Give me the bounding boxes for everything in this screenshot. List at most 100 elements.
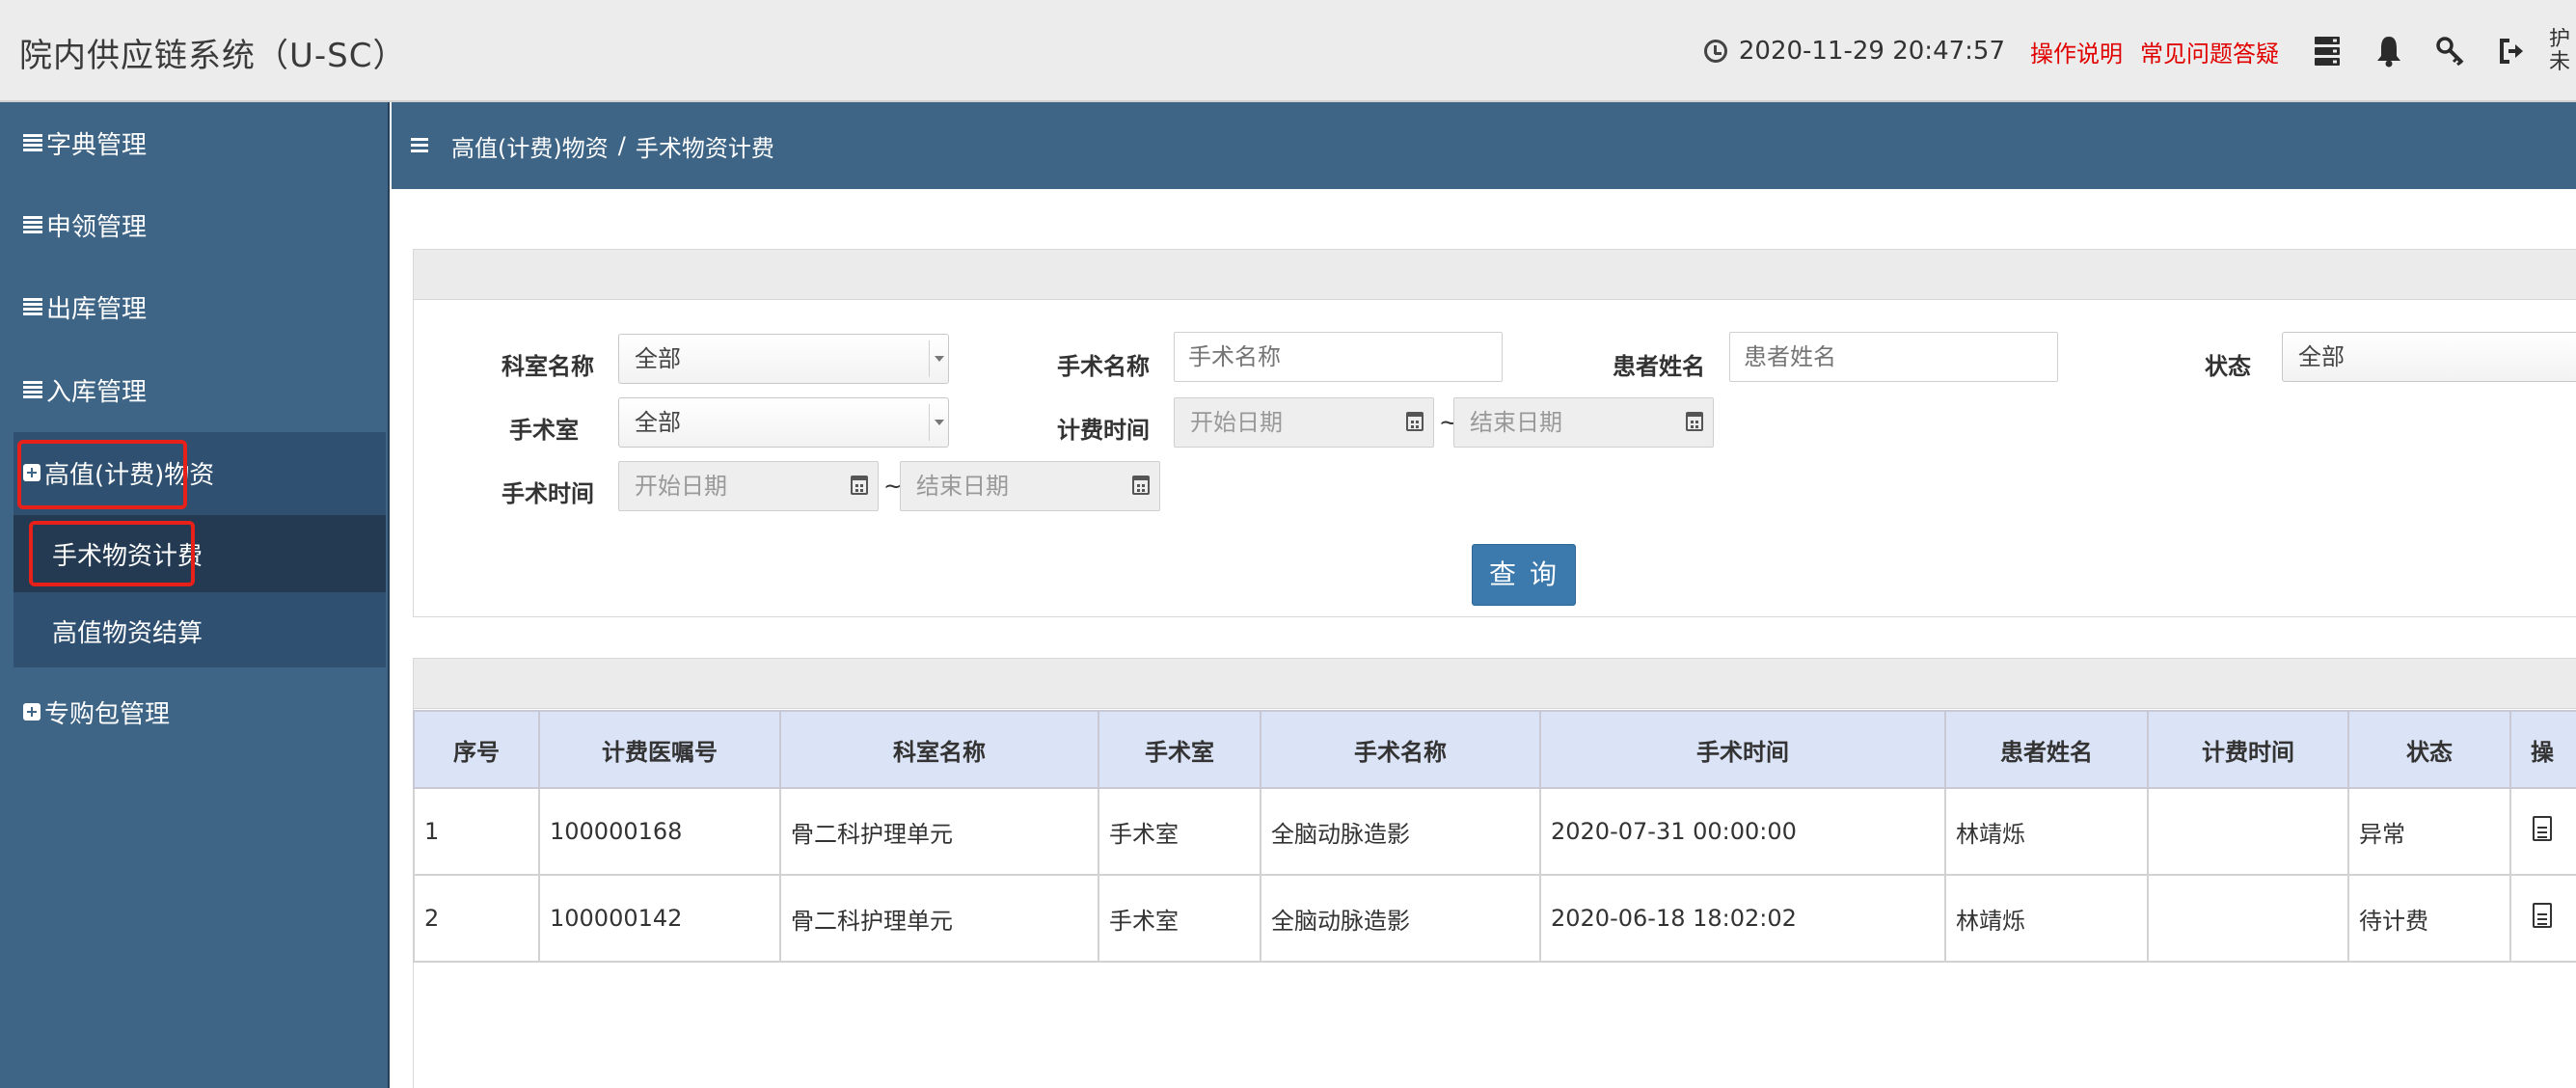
sidebar-item-label: 出库管理 bbox=[46, 294, 148, 324]
surgery-start-date[interactable]: 开始日期 bbox=[618, 461, 879, 511]
cell-patient: 林靖烁 bbox=[1944, 874, 2149, 963]
cell-action bbox=[2509, 874, 2576, 963]
cell-or: 手术室 bbox=[1098, 874, 1261, 963]
cell-surgery-time: 2020-06-18 18:02:02 bbox=[1539, 874, 1946, 963]
breadcrumb-separator: / bbox=[617, 132, 626, 159]
sidebar-item-label: 高值物资结算 bbox=[52, 618, 203, 648]
document-icon[interactable] bbox=[2533, 903, 2552, 928]
sidebar-item-outbound[interactable]: 出库管理 bbox=[23, 287, 147, 326]
expand-plus-icon bbox=[23, 703, 41, 721]
column-header[interactable]: 序号 bbox=[413, 710, 540, 789]
menu-toggle-icon[interactable] bbox=[411, 138, 428, 153]
top-header: 院内供应链系统（U-SC） 2020-11-29 20:47:57 操作说明 常… bbox=[0, 0, 2576, 102]
table-row[interactable]: 2 100000142 骨二科护理单元 手术室 全脑动脉造影 2020-06-1… bbox=[413, 874, 2576, 963]
sidebar-item-label: 入库管理 bbox=[46, 377, 148, 407]
table-row[interactable]: 1 100000168 骨二科护理单元 手术室 全脑动脉造影 2020-07-3… bbox=[413, 787, 2576, 876]
breadcrumb-parent[interactable]: 高值(计费)物资 bbox=[451, 129, 609, 163]
sidebar-subitem-settlement[interactable]: 高值物资结算 bbox=[52, 612, 203, 650]
query-button[interactable]: 查询 bbox=[1472, 544, 1576, 606]
chevron-down-icon bbox=[929, 340, 948, 377]
cell-status: 异常 bbox=[2347, 787, 2511, 876]
bell-icon[interactable] bbox=[2370, 32, 2408, 70]
faq-link[interactable]: 常见问题答疑 bbox=[2140, 35, 2279, 68]
logout-icon[interactable] bbox=[2493, 32, 2532, 70]
help-link[interactable]: 操作说明 bbox=[2030, 35, 2123, 68]
sidebar-item-special-package[interactable]: 专购包管理 bbox=[23, 693, 170, 731]
sidebar-item-label: 字典管理 bbox=[46, 130, 148, 160]
current-datetime: 2020-11-29 20:47:57 bbox=[1738, 37, 2005, 66]
column-header[interactable]: 计费医嘱号 bbox=[538, 710, 781, 789]
patient-name-input[interactable] bbox=[1729, 332, 2058, 382]
column-header: 操 bbox=[2509, 710, 2576, 789]
surgery-end-placeholder: 结束日期 bbox=[916, 473, 1009, 500]
calendar-icon[interactable] bbox=[851, 476, 868, 495]
calendar-icon[interactable] bbox=[1406, 412, 1424, 431]
or-select-value: 全部 bbox=[635, 409, 681, 436]
surgery-time-label: 手术时间 bbox=[502, 480, 594, 507]
cell-order-no: 100000168 bbox=[538, 787, 781, 876]
surgery-end-date[interactable]: 结束日期 bbox=[900, 461, 1160, 511]
current-user-label[interactable]: 护 未 bbox=[2549, 28, 2572, 74]
column-header[interactable]: 状态 bbox=[2347, 710, 2511, 789]
clock-icon bbox=[1703, 40, 1727, 63]
header-toolbar: 2020-11-29 20:47:57 操作说明 常见问题答疑 护 未 bbox=[1703, 0, 2576, 102]
status-label: 状态 bbox=[2205, 353, 2251, 380]
highlight-box-group bbox=[17, 440, 187, 509]
column-header[interactable]: 计费时间 bbox=[2147, 710, 2349, 789]
cell-patient: 林靖烁 bbox=[1944, 787, 2149, 876]
status-select[interactable]: 全部 bbox=[2282, 332, 2576, 382]
billing-time-label: 计费时间 bbox=[1057, 417, 1150, 444]
calendar-icon[interactable] bbox=[1132, 476, 1150, 495]
column-header[interactable]: 手术名称 bbox=[1260, 710, 1541, 789]
column-header[interactable]: 科室名称 bbox=[779, 710, 1099, 789]
server-icon[interactable] bbox=[2308, 32, 2346, 70]
or-label: 手术室 bbox=[509, 417, 579, 444]
billing-start-placeholder: 开始日期 bbox=[1190, 409, 1283, 436]
breadcrumb-current: 手术物资计费 bbox=[635, 134, 774, 162]
dept-select[interactable]: 全部 bbox=[618, 334, 949, 384]
cell-index: 1 bbox=[413, 787, 540, 876]
cell-billing-time bbox=[2147, 787, 2349, 876]
list-icon bbox=[23, 381, 42, 398]
sidebar-item-requisition[interactable]: 申领管理 bbox=[23, 205, 147, 244]
chevron-down-icon bbox=[929, 404, 948, 441]
dept-label: 科室名称 bbox=[502, 353, 594, 380]
sidebar-item-label: 申领管理 bbox=[46, 212, 148, 242]
sidebar-item-dictionary[interactable]: 字典管理 bbox=[23, 123, 147, 162]
key-icon[interactable] bbox=[2431, 32, 2470, 70]
cell-action bbox=[2509, 787, 2576, 876]
cell-order-no: 100000142 bbox=[538, 874, 781, 963]
sidebar-item-inbound[interactable]: 入库管理 bbox=[23, 370, 147, 409]
cell-or: 手术室 bbox=[1098, 787, 1261, 876]
list-icon bbox=[23, 134, 42, 151]
surgery-name-input[interactable] bbox=[1174, 332, 1503, 382]
cell-billing-time bbox=[2147, 874, 2349, 963]
cell-surgery-name: 全脑动脉造影 bbox=[1260, 874, 1541, 963]
cell-index: 2 bbox=[413, 874, 540, 963]
billing-end-date[interactable]: 结束日期 bbox=[1453, 397, 1714, 448]
surgery-name-label: 手术名称 bbox=[1057, 353, 1150, 380]
table-header-row: 序号 计费医嘱号 科室名称 手术室 手术名称 手术时间 患者姓名 计费时间 状态… bbox=[413, 710, 2576, 789]
cell-dept: 骨二科护理单元 bbox=[779, 874, 1099, 963]
cell-status: 待计费 bbox=[2347, 874, 2511, 963]
billing-end-placeholder: 结束日期 bbox=[1470, 409, 1562, 436]
dept-select-value: 全部 bbox=[635, 345, 681, 372]
cell-surgery-time: 2020-07-31 00:00:00 bbox=[1539, 787, 1946, 876]
list-icon bbox=[23, 298, 42, 315]
results-table: 序号 计费医嘱号 科室名称 手术室 手术名称 手术时间 患者姓名 计费时间 状态… bbox=[413, 710, 2576, 963]
patient-name-label: 患者姓名 bbox=[1613, 353, 1705, 380]
column-header[interactable]: 手术时间 bbox=[1539, 710, 1946, 789]
highlight-box-subitem bbox=[29, 521, 195, 586]
calendar-icon[interactable] bbox=[1686, 412, 1703, 431]
list-icon bbox=[23, 216, 42, 233]
cell-surgery-name: 全脑动脉造影 bbox=[1260, 787, 1541, 876]
cell-dept: 骨二科护理单元 bbox=[779, 787, 1099, 876]
document-icon[interactable] bbox=[2533, 816, 2552, 841]
column-header[interactable]: 手术室 bbox=[1098, 710, 1261, 789]
column-header[interactable]: 患者姓名 bbox=[1944, 710, 2149, 789]
or-select[interactable]: 全部 bbox=[618, 397, 949, 448]
billing-start-date[interactable]: 开始日期 bbox=[1174, 397, 1434, 448]
app-title: 院内供应链系统（U-SC） bbox=[19, 37, 407, 75]
results-panel-header bbox=[414, 659, 2576, 709]
sidebar-item-label: 专购包管理 bbox=[44, 699, 171, 729]
